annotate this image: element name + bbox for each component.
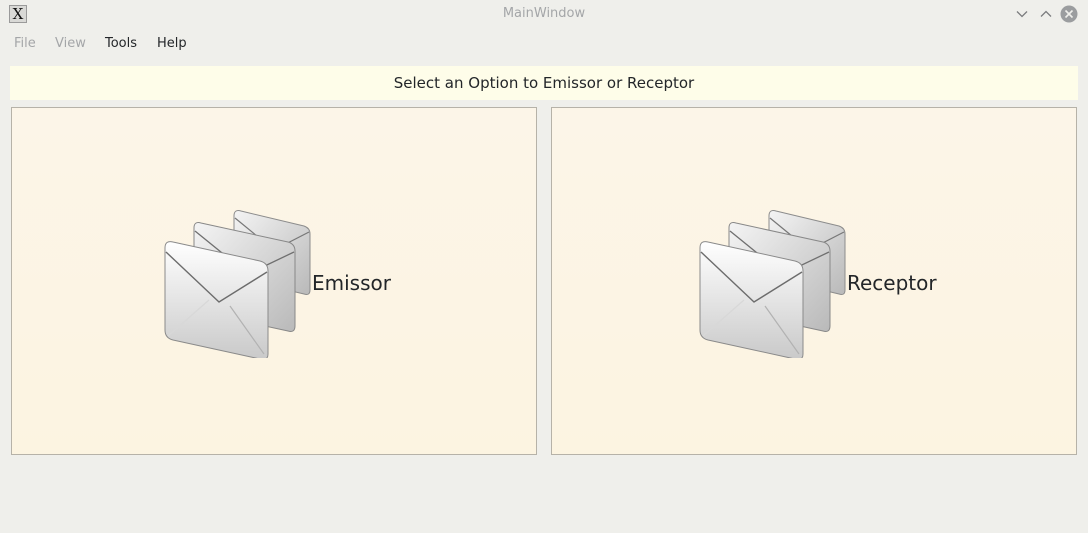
envelopes-icon xyxy=(164,210,311,358)
instruction-text: Select an Option to Emissor or Receptor xyxy=(393,74,695,92)
minimize-button[interactable] xyxy=(1013,5,1031,23)
menu-tools[interactable]: Tools xyxy=(105,36,137,51)
instruction-banner: Select an Option to Emissor or Receptor xyxy=(10,66,1078,100)
close-icon xyxy=(1060,5,1078,23)
menu-help[interactable]: Help xyxy=(157,36,187,51)
receptor-button[interactable]: Receptor xyxy=(551,107,1077,455)
envelopes-icon xyxy=(699,210,846,358)
emissor-button[interactable]: Emissor xyxy=(11,107,537,455)
chevron-up-icon xyxy=(1040,10,1052,17)
menu-bar: File View Tools Help xyxy=(0,32,1088,56)
title-bar[interactable]: X MainWindow xyxy=(0,0,1088,29)
emissor-label: Emissor xyxy=(312,271,391,295)
maximize-button[interactable] xyxy=(1037,5,1055,23)
menu-view[interactable]: View xyxy=(55,36,86,51)
chevron-down-icon xyxy=(1016,11,1028,18)
receptor-label: Receptor xyxy=(847,271,937,295)
close-button[interactable] xyxy=(1060,5,1078,23)
menu-file[interactable]: File xyxy=(14,36,36,51)
window-title: MainWindow xyxy=(502,6,586,21)
